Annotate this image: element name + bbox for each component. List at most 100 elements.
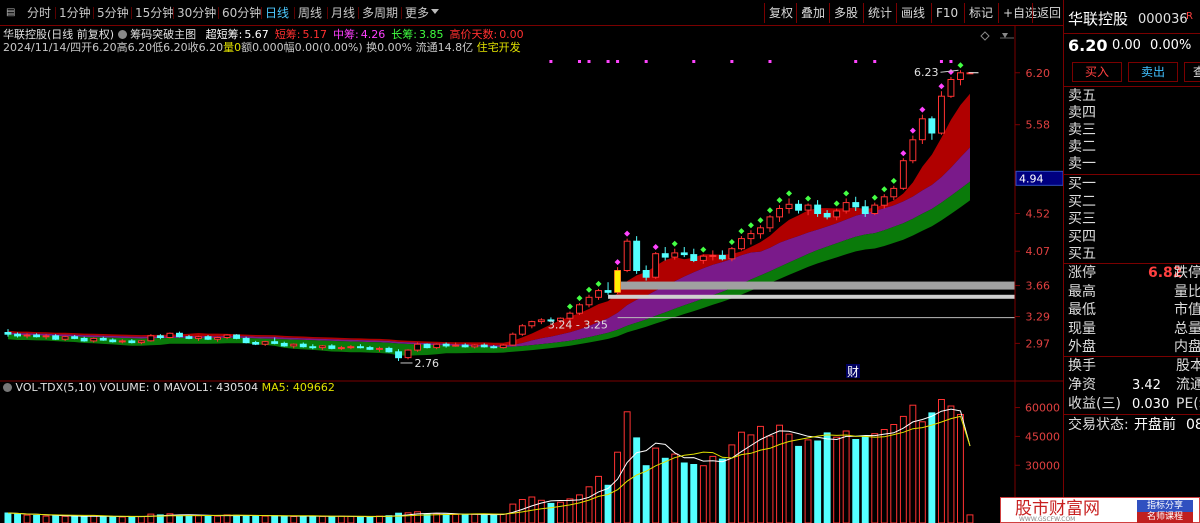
signal-dot: [738, 228, 745, 235]
candle-body: [347, 346, 355, 349]
fund-right-label: 流通: [1176, 377, 1200, 393]
candle-body: [52, 335, 60, 340]
candle-body: [814, 204, 822, 215]
candle-body: [433, 343, 441, 349]
candle-body: [728, 248, 736, 260]
volume-bar: [452, 514, 460, 523]
volume-bar: [4, 512, 12, 523]
volume-bar: [595, 475, 602, 523]
period-tab-9[interactable]: 多周期: [361, 4, 399, 22]
collapse-icon[interactable]: [1002, 33, 1008, 38]
period-tab-3[interactable]: 15分钟: [134, 4, 175, 22]
period-tab-0[interactable]: 分时: [26, 4, 52, 22]
signal-dot: [566, 303, 573, 310]
volume-bar: [842, 430, 850, 523]
period-tab-6[interactable]: 日线: [264, 4, 290, 22]
volume-chart[interactable]: 60000 45000 30000: [0, 382, 1063, 523]
tool-button-4[interactable]: 画线: [899, 4, 927, 22]
sell-level-row[interactable]: 卖二: [1064, 139, 1200, 156]
candle-body: [747, 233, 755, 240]
period-tab-8[interactable]: 月线: [330, 4, 356, 22]
sell-level-row[interactable]: 卖三: [1064, 122, 1200, 139]
buy-button[interactable]: 买入: [1072, 62, 1122, 82]
volume-bar: [547, 502, 555, 523]
volume-bar: [585, 486, 593, 523]
sell-level-row[interactable]: 卖五: [1064, 88, 1200, 105]
volume-bar: [137, 516, 145, 523]
top-signal-mark: [768, 60, 772, 63]
volume-bar: [195, 515, 202, 523]
candle-body: [909, 139, 917, 162]
trade-status-row: 交易状态: 开盘前 08: [1064, 416, 1200, 435]
buy-level-row[interactable]: 买一: [1064, 176, 1200, 193]
volume-bar: [395, 512, 403, 523]
period-separator: [93, 7, 94, 19]
price-tick-label: 6.20: [1026, 67, 1051, 80]
candle-body: [861, 206, 869, 215]
period-tab-5[interactable]: 60分钟: [221, 4, 262, 22]
signal-dot: [728, 239, 735, 246]
signal-dot: [747, 222, 754, 229]
candle-body: [195, 336, 202, 339]
short-chip-band: [8, 93, 970, 346]
volume-bar: [699, 465, 707, 523]
buy-level-label: 买二: [1068, 193, 1096, 210]
signal-dot: [671, 240, 678, 247]
volume-bar: [718, 458, 726, 523]
candle-body: [176, 332, 183, 338]
tool-button-8[interactable]: 返回: [1035, 4, 1063, 22]
candle-body: [842, 202, 850, 212]
buy-level-row[interactable]: 买二: [1064, 194, 1200, 211]
volume-bar: [261, 515, 269, 523]
buy-level-row[interactable]: 买三: [1064, 211, 1200, 228]
period-tab-7[interactable]: 周线: [297, 4, 323, 22]
tool-button-7[interactable]: +自选: [1001, 4, 1039, 22]
volume-bar: [966, 514, 974, 523]
tool-button-6[interactable]: 标记: [967, 4, 995, 22]
fund-label: 收益(三): [1068, 396, 1121, 412]
buy-level-row[interactable]: 买五: [1064, 246, 1200, 263]
chip-profile-bar: [617, 281, 1015, 290]
tool-button-3[interactable]: 统计: [866, 4, 894, 22]
candlestick-chart[interactable]: 6.20 5.58 4.52 4.07 3.66 3.29 2.97 4.94 6.23 2.7…: [0, 26, 1063, 382]
quote-stock-name[interactable]: 华联控股: [1068, 10, 1128, 29]
menu-icon[interactable]: ▤: [6, 8, 16, 18]
candle-body: [690, 254, 698, 262]
candle-body: [537, 319, 545, 323]
stat-label: 涨停: [1068, 265, 1096, 281]
candle-body: [795, 203, 802, 211]
tool-button-1[interactable]: 叠加: [799, 4, 827, 22]
more-dropdown-icon[interactable]: [431, 9, 439, 14]
period-tab-10[interactable]: 更多: [404, 4, 430, 22]
period-tab-1[interactable]: 1分钟: [58, 4, 92, 22]
signal-dot: [576, 295, 583, 302]
diamond-icon[interactable]: [980, 31, 990, 41]
tool-button-0[interactable]: 复权: [767, 4, 795, 22]
volume-bar: [61, 515, 69, 523]
candle-body: [118, 340, 126, 343]
tool-button-5[interactable]: F10: [934, 4, 960, 22]
volume-bar: [871, 433, 879, 523]
tool-separator: [964, 3, 965, 23]
volume-bar: [642, 465, 650, 523]
fund-row: 收益(三) 0.030 PE(动): [1064, 395, 1200, 414]
buy-level-row[interactable]: 买四: [1064, 229, 1200, 246]
sell-level-row[interactable]: 卖一: [1064, 156, 1200, 173]
stat-row: 外盘 内盘: [1064, 338, 1200, 356]
finance-marker[interactable]: 财: [847, 365, 859, 379]
period-tab-2[interactable]: 5分钟: [96, 4, 130, 22]
candle-body: [776, 208, 783, 218]
candle-body: [261, 341, 269, 345]
period-tab-4[interactable]: 30分钟: [176, 4, 217, 22]
volume-bar: [861, 436, 869, 523]
period-separator: [327, 7, 328, 19]
tool-button-2[interactable]: 多股: [832, 4, 860, 22]
candle-body: [738, 238, 745, 250]
query-button[interactable]: 查: [1184, 62, 1200, 82]
sell-level-row[interactable]: 卖四: [1064, 105, 1200, 122]
sell-button[interactable]: 卖出: [1128, 62, 1178, 82]
fund-label: 换手: [1068, 358, 1096, 374]
volume-bar: [118, 516, 126, 523]
candle-body: [652, 253, 660, 278]
fund-label: 净资: [1068, 377, 1096, 393]
